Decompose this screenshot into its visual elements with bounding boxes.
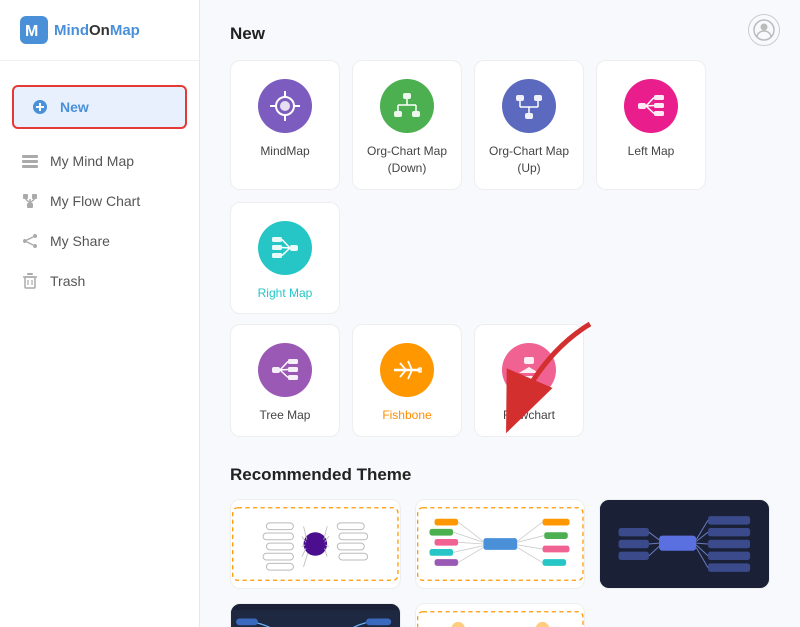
left-map-label: Left Map [628,143,675,160]
right-map-icon [258,221,312,275]
rec-card-3[interactable] [599,499,770,589]
rec-card-2[interactable] [415,499,586,589]
recommended-section: Recommended Theme [230,465,770,627]
tree-map-label: Tree Map [260,407,311,424]
sidebar-item-flow-chart[interactable]: My Flow Chart [0,181,199,221]
mind-map-icon [20,151,40,171]
mindmap-icon [258,79,312,133]
fishbone-label: Fishbone [382,407,431,424]
rec-card-2-svg [416,500,585,588]
sidebar-item-share[interactable]: My Share [0,221,199,261]
org-down-icon [380,79,434,133]
fishbone-icon [380,343,434,397]
logo-icon: M [20,16,48,44]
org-up-label: Org-Chart Map (Up) [485,143,573,177]
flowchart-icon [502,343,556,397]
rec-card-5[interactable] [415,603,586,627]
svg-text:M: M [25,23,38,40]
user-avatar[interactable] [748,14,780,46]
logo: M MindOnMap [0,0,199,61]
trash-label: Trash [50,273,85,289]
templates-row2: Tree Map Fishbone Flowchart [230,324,770,437]
trash-icon [20,271,40,291]
rec-card-3-svg [600,500,769,588]
recommended-title: Recommended Theme [230,465,770,485]
sidebar: M MindOnMap New My Mind Map My Flow Char… [0,0,200,627]
left-map-icon [624,79,678,133]
rec-card-1-svg [231,500,400,588]
new-label: New [60,99,89,115]
sidebar-nav: New My Mind Map My Flow Chart My Share T [0,61,199,313]
rec-card-1[interactable] [230,499,401,589]
new-button[interactable]: New [12,85,187,129]
flowchart-label: Flowchart [503,407,555,424]
logo-text: MindOnMap [54,22,140,39]
share-icon [20,231,40,251]
org-down-label: Org-Chart Map(Down) [367,143,447,177]
template-right-map[interactable]: Right Map [230,202,340,315]
flow-chart-icon [20,191,40,211]
flow-chart-label: My Flow Chart [50,193,140,209]
templates-row1: MindMap Org-Chart Map(Down) Org-Chart Ma… [230,60,770,314]
main-content: New MindMap Org-Chart Map(Down) Org-Char [200,0,800,627]
template-mindmap[interactable]: MindMap [230,60,340,190]
plus-icon [30,97,50,117]
template-tree-map[interactable]: Tree Map [230,324,340,437]
right-map-label: Right Map [258,285,313,302]
template-flowchart[interactable]: Flowchart [474,324,584,437]
tree-map-icon [258,343,312,397]
share-label: My Share [50,233,110,249]
template-fishbone[interactable]: Fishbone [352,324,462,437]
new-section: New MindMap Org-Chart Map(Down) Org-Char [230,24,770,437]
recommended-grid [230,499,770,627]
mindmap-label: MindMap [260,143,309,160]
rec-card-4[interactable] [230,603,401,627]
template-org-up[interactable]: Org-Chart Map (Up) [474,60,584,190]
rec-card-4-svg [231,604,400,627]
new-section-title: New [230,24,770,44]
row2-container: Tree Map Fishbone Flowchart [230,324,770,437]
sidebar-item-trash[interactable]: Trash [0,261,199,301]
template-left-map[interactable]: Left Map [596,60,706,190]
mind-map-label: My Mind Map [50,153,134,169]
sidebar-item-mind-map[interactable]: My Mind Map [0,141,199,181]
org-up-icon [502,79,556,133]
template-org-down[interactable]: Org-Chart Map(Down) [352,60,462,190]
rec-card-5-svg [416,604,585,627]
